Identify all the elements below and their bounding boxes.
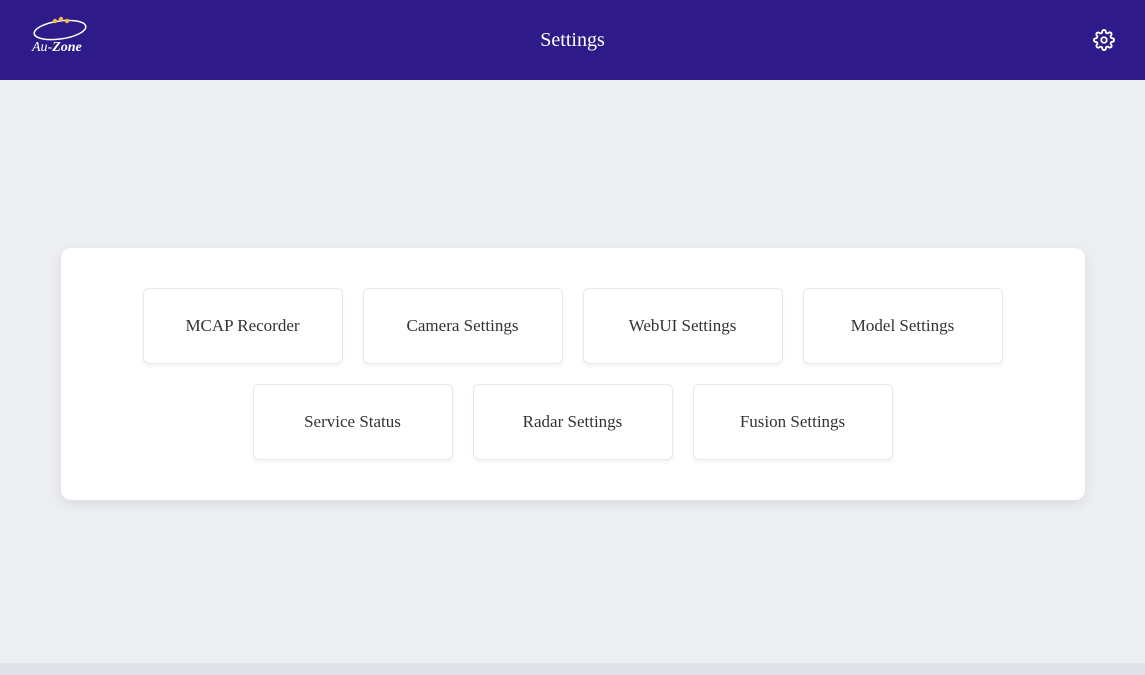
settings-grid: MCAP Recorder Camera Settings WebUI Sett…	[141, 288, 1005, 460]
logo-suffix: Zone	[52, 40, 82, 55]
mcap-recorder-button[interactable]: MCAP Recorder	[143, 288, 343, 364]
webui-settings-button[interactable]: WebUI Settings	[583, 288, 783, 364]
footer-bar	[0, 663, 1145, 675]
settings-card: MCAP Recorder Camera Settings WebUI Sett…	[61, 248, 1085, 500]
button-label: Camera Settings	[407, 316, 519, 336]
button-label: Service Status	[304, 412, 401, 432]
page-title: Settings	[540, 29, 604, 52]
logo-prefix: Au-	[32, 40, 52, 55]
button-label: Radar Settings	[523, 412, 623, 432]
header: Au-Zone Settings	[0, 0, 1145, 80]
model-settings-button[interactable]: Model Settings	[803, 288, 1003, 364]
main-content: MCAP Recorder Camera Settings WebUI Sett…	[0, 80, 1145, 500]
fusion-settings-button[interactable]: Fusion Settings	[693, 384, 893, 460]
logo-text: Au-Zone	[32, 40, 82, 56]
button-label: Fusion Settings	[740, 412, 845, 432]
service-status-button[interactable]: Service Status	[253, 384, 453, 460]
logo[interactable]: Au-Zone	[30, 23, 90, 58]
button-label: MCAP Recorder	[185, 316, 299, 336]
button-label: Model Settings	[851, 316, 954, 336]
radar-settings-button[interactable]: Radar Settings	[473, 384, 673, 460]
gear-icon[interactable]	[1093, 29, 1115, 51]
camera-settings-button[interactable]: Camera Settings	[363, 288, 563, 364]
button-label: WebUI Settings	[629, 316, 737, 336]
